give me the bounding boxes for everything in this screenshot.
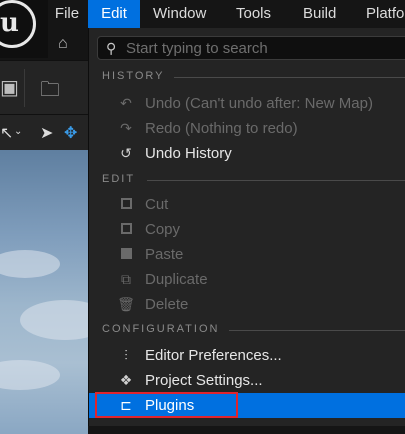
menu-item-label: Paste xyxy=(145,246,184,263)
menu-item-label: Editor Preferences... xyxy=(145,347,282,364)
home-icon: ⌂ xyxy=(58,35,68,52)
menu-item-label: Delete xyxy=(145,296,189,313)
menu-item-editor-preferences[interactable]: ⫶ Editor Preferences... xyxy=(89,343,405,368)
viewport-toolbar: ↖ ⌄ ➤ ✥ xyxy=(0,114,88,150)
menu-item-undo-history[interactable]: ↺ Undo History xyxy=(89,141,405,166)
move-icon[interactable]: ✥ xyxy=(64,123,77,143)
menu-tools[interactable]: Tools xyxy=(236,0,286,28)
menu-item-paste[interactable]: Paste xyxy=(89,242,405,267)
chevron-down-icon[interactable]: ⌄ xyxy=(14,126,22,137)
select-arrow-icon[interactable]: ➤ xyxy=(40,123,53,143)
main-toolbar: ▣ 🗀 xyxy=(0,60,88,114)
menu-search-input[interactable] xyxy=(126,39,405,57)
menu-item-redo[interactable]: ↷ Redo (Nothing to redo) xyxy=(89,116,405,141)
menu-item-cut[interactable]: Cut xyxy=(89,192,405,217)
undo-icon: ↶ xyxy=(120,95,132,111)
save-icon[interactable]: ▣ xyxy=(0,75,19,100)
menu-item-label: Undo (Can't undo after: New Map) xyxy=(145,95,373,112)
section-header-configuration: CONFIGURATION xyxy=(102,323,220,335)
project-settings-icon: ❖ xyxy=(119,372,133,388)
menu-item-plugins[interactable]: ⊏ Plugins xyxy=(89,392,405,418)
folder-search-icon[interactable]: 🗀 xyxy=(40,75,60,109)
search-icon: ⚲ xyxy=(106,40,117,56)
level-viewport[interactable] xyxy=(0,150,110,434)
menu-build[interactable]: Build xyxy=(303,0,353,28)
menu-item-delete[interactable]: 🗑 Delete xyxy=(89,292,405,317)
menu-item-label: Cut xyxy=(145,196,169,213)
history-icon: ↺ xyxy=(120,145,132,161)
menu-item-label: Undo History xyxy=(145,145,232,162)
menu-platforms[interactable]: Platfo xyxy=(366,0,405,28)
menu-item-project-settings[interactable]: ❖ Project Settings... xyxy=(89,368,405,393)
trash-icon: 🗑 xyxy=(117,296,135,312)
section-divider xyxy=(147,180,405,181)
unreal-logo[interactable]: u xyxy=(0,0,48,58)
redo-icon: ↷ xyxy=(120,120,132,136)
paste-icon xyxy=(117,245,135,263)
menu-item-duplicate[interactable]: ⧉ Duplicate xyxy=(89,267,405,292)
home-tab[interactable]: ⌂ xyxy=(48,28,88,60)
toolbar-separator xyxy=(24,69,25,107)
menu-item-label: Project Settings... xyxy=(145,372,263,389)
menu-item-label: Copy xyxy=(145,221,181,238)
section-header-edit: EDIT xyxy=(102,173,136,185)
copy-icon xyxy=(117,220,135,238)
logo-letter: u xyxy=(0,8,19,38)
menu-window[interactable]: Window xyxy=(153,0,217,28)
duplicate-icon: ⧉ xyxy=(121,271,131,287)
menu-item-undo[interactable]: ↶ Undo (Can't undo after: New Map) xyxy=(89,91,405,116)
select-mode-icon[interactable]: ↖ xyxy=(0,123,13,143)
plugin-icon: ⊏ xyxy=(120,397,132,413)
menu-item-label: Redo (Nothing to redo) xyxy=(145,120,298,137)
menu-edit[interactable]: Edit xyxy=(88,0,140,28)
section-header-history: HISTORY xyxy=(102,70,165,82)
section-divider xyxy=(229,330,405,331)
sliders-icon: ⫶ xyxy=(124,347,128,363)
menu-item-label: Plugins xyxy=(145,397,195,414)
section-divider xyxy=(174,77,405,78)
menu-search-box[interactable]: ⚲ xyxy=(97,36,405,60)
cloud xyxy=(0,250,60,278)
menu-file[interactable]: File xyxy=(48,0,86,28)
menu-item-label: Duplicate xyxy=(145,271,208,288)
menu-item-copy[interactable]: Copy xyxy=(89,217,405,242)
edit-menu-dropdown: ⚲ HISTORY ↶ Undo (Can't undo after: New … xyxy=(88,28,405,426)
cloud xyxy=(0,360,60,390)
cut-icon xyxy=(117,195,135,213)
main-menubar: File Edit Window Tools Build Platfo xyxy=(48,0,405,28)
